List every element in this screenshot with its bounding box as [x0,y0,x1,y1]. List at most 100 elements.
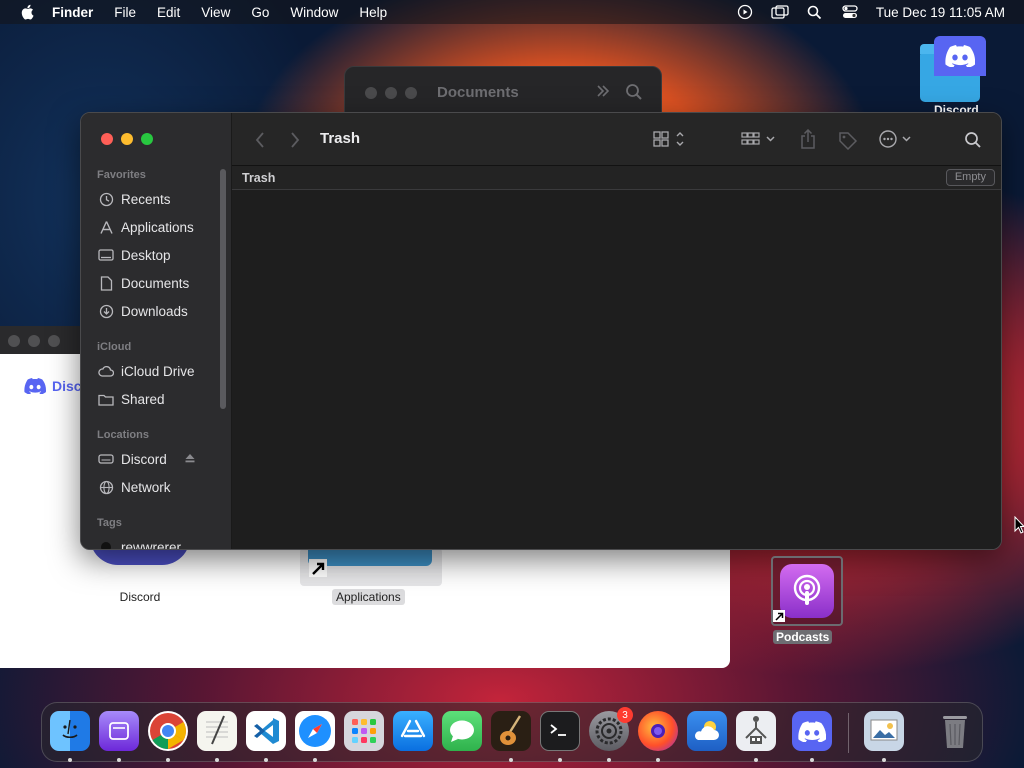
window-icon[interactable] [771,4,789,20]
menu-go[interactable]: Go [251,5,269,20]
sidebar-item-label: Network [121,479,171,495]
desktop-podcasts-alias[interactable]: Podcasts [771,556,843,646]
screen-record-icon[interactable] [736,4,754,20]
trash-header-bar: Trash Empty [232,166,1001,190]
view-mode-button[interactable] [652,129,690,149]
safari-icon[interactable] [295,711,335,751]
preview-icon[interactable] [864,711,904,751]
alias-arrow-icon [773,610,785,622]
system-settings-icon[interactable]: 3 [589,707,633,751]
sidebar-item-icloud-drive[interactable]: iCloud Drive [98,360,195,382]
running-indicator [264,758,268,762]
sidebar-item-network[interactable]: Network [98,476,171,498]
sidebar-item-applications[interactable]: Applications [98,216,194,238]
eject-icon[interactable] [184,452,196,464]
sidebar-item-label: Shared [121,391,165,407]
ellipsis-circle-icon [879,130,911,148]
firefox-icon[interactable] [638,711,678,751]
finder-sidebar: Favorites Recents Applications Desktop D… [81,113,232,549]
menu-file[interactable]: File [114,5,136,20]
vscode-icon[interactable] [246,711,286,751]
discord-logo: Disc [24,378,82,394]
action-menu-button[interactable] [878,129,918,149]
menu-app-finder[interactable]: Finder [52,5,93,20]
sidebar-item-tag[interactable]: rewwrerer [98,536,181,549]
finder-icon[interactable] [50,711,90,751]
desktop-podcasts-label: Podcasts [773,630,833,644]
minimize-button[interactable] [28,335,40,347]
discord-icon [24,378,46,394]
zoom-button[interactable] [141,133,153,145]
menu-window[interactable]: Window [290,5,338,20]
running-indicator [166,758,170,762]
empty-trash-button[interactable]: Empty [945,169,995,186]
sidebar-header-tags: Tags [97,517,122,529]
spotlight-search-icon[interactable] [806,4,824,20]
close-button[interactable] [365,87,377,99]
app-store-icon[interactable] [393,711,433,751]
finder-window[interactable]: Favorites Recents Applications Desktop D… [80,112,1002,550]
group-by-button[interactable] [740,129,780,149]
trash-icon[interactable] [935,711,975,751]
close-button[interactable] [8,335,20,347]
file-list-area[interactable] [232,190,1001,549]
discord-icon [934,36,986,76]
textedit-icon[interactable] [197,711,237,751]
chevron-right-icon [291,132,300,148]
dock-separator [848,713,849,753]
forward-button[interactable] [287,130,303,150]
search-button[interactable] [962,129,984,151]
window-controls [365,87,417,99]
tag-dot-icon [98,539,114,549]
shared-folder-icon [98,391,114,407]
podcasts-dock-icon[interactable] [99,711,139,751]
clock-icon [98,191,114,207]
menu-help[interactable]: Help [359,5,387,20]
apple-menu-icon[interactable] [19,4,35,20]
chevron-double-right-icon[interactable] [595,81,611,101]
sidebar-item-documents[interactable]: Documents [98,272,189,294]
applications-folder-icon[interactable] [300,548,442,586]
weather-icon[interactable] [687,711,727,751]
running-indicator [68,758,72,762]
dock: 3 [41,702,983,762]
control-center-icon[interactable] [841,4,859,20]
discord-app-label: Discord [119,590,161,604]
menu-clock[interactable]: Tue Dec 19 11:05 AM [876,5,1005,20]
cloud-icon [98,363,114,379]
back-button[interactable] [252,130,268,150]
running-indicator [810,758,814,762]
messages-icon[interactable] [442,711,482,751]
garageband-icon[interactable] [491,711,531,751]
sidebar-item-discord-volume[interactable]: Discord [98,448,167,470]
minimize-button[interactable] [121,133,133,145]
zoom-button[interactable] [48,335,60,347]
terminal-icon[interactable] [540,711,580,751]
menu-view[interactable]: View [201,5,230,20]
chrome-icon[interactable] [148,711,188,751]
group-grid-icon [741,132,775,145]
documents-window-title: Documents [437,84,519,101]
automator-icon[interactable] [736,711,776,751]
tag-button[interactable] [836,129,860,151]
sidebar-scrollbar[interactable] [220,169,226,409]
sidebar-item-downloads[interactable]: Downloads [98,300,188,322]
zoom-button[interactable] [405,87,417,99]
desktop-discord-folder[interactable]: Discord [920,36,990,118]
sidebar-item-desktop[interactable]: Desktop [98,244,171,266]
minimize-button[interactable] [385,87,397,99]
share-button[interactable] [798,128,818,150]
finder-toolbar: Trash [232,113,1001,166]
discord-dock-icon[interactable] [792,711,832,751]
mouse-cursor-icon [1014,516,1024,534]
sidebar-item-shared[interactable]: Shared [98,388,165,410]
disk-icon [98,451,114,467]
sidebar-item-recents[interactable]: Recents [98,188,171,210]
desktop-icon [98,247,114,263]
close-button[interactable] [101,133,113,145]
sidebar-item-label: Downloads [121,303,188,319]
menu-edit[interactable]: Edit [157,5,180,20]
running-indicator [558,758,562,762]
launchpad-icon[interactable] [344,711,384,751]
search-icon[interactable] [625,83,643,101]
